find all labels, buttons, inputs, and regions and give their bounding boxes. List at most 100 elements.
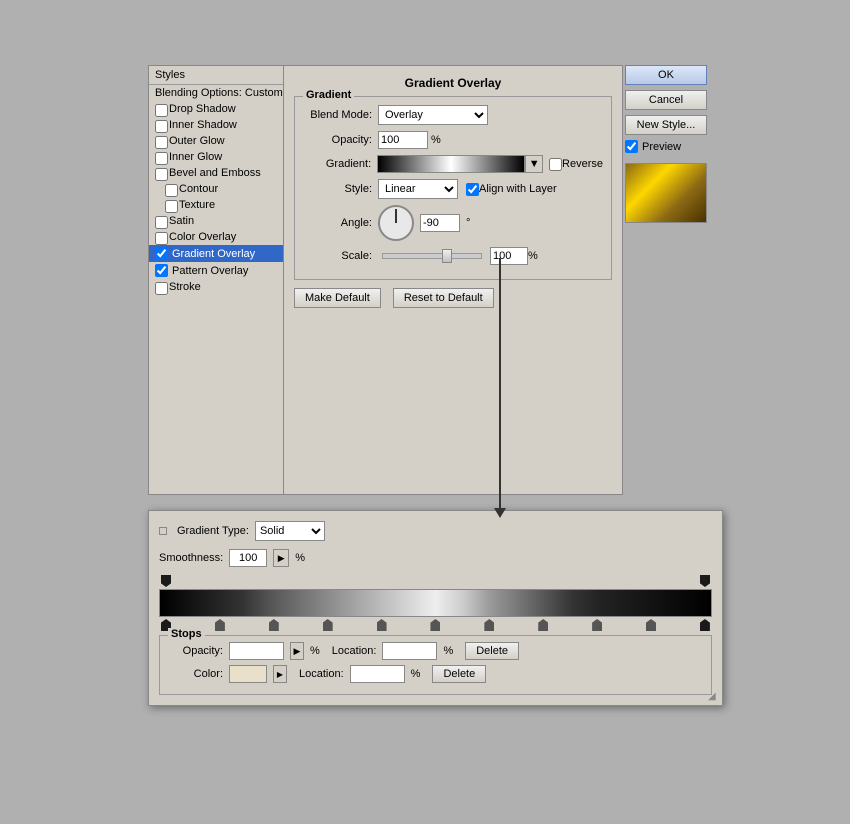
blend-mode-select[interactable]: Overlay [378,105,488,125]
opacity-row: Opacity: % [303,131,603,149]
style-select[interactable]: Linear [378,179,458,199]
style-row: Style: Linear Align with Layer [303,179,603,199]
stops-opacity-unit: % [310,645,320,657]
style-item-inner-glow[interactable]: Inner Glow [149,149,283,165]
color-stop-7[interactable] [538,619,548,631]
default-buttons-row: Make Default Reset to Default [294,288,612,308]
satin-checkbox[interactable] [155,216,168,229]
color-overlay-checkbox[interactable] [155,232,168,245]
color-swatch[interactable] [229,665,267,683]
color-stops-row [159,619,712,631]
opacity-unit: % [431,134,441,146]
stops-opacity-delete-btn[interactable]: Delete [465,642,519,660]
color-stop-6[interactable] [484,619,494,631]
style-item-drop-shadow[interactable]: Drop Shadow [149,101,283,117]
new-style-button[interactable]: New Style... [625,115,707,135]
stops-color-location-input[interactable] [350,665,405,683]
style-item-outer-glow[interactable]: Outer Glow [149,133,283,149]
gradient-section: Gradient Blend Mode: Overlay Opacity: % … [294,96,612,280]
stops-opacity-loc-unit: % [443,645,453,657]
scale-unit: % [528,250,538,262]
scale-label: Scale: [303,250,378,262]
angle-input[interactable] [420,214,460,232]
color-stop-9[interactable] [646,619,656,631]
panel-section-title: Gradient Overlay [405,76,502,90]
stops-opacity-row: Opacity: ▶ % Location: % Delete [168,642,703,660]
gradient-type-select[interactable]: Solid Noise [255,521,325,541]
opacity-stop-left[interactable] [161,575,171,587]
style-item-satin[interactable]: Satin [149,213,283,229]
style-item-stroke[interactable]: Stroke [149,279,283,295]
angle-knob-line [395,209,397,223]
gradient-main-bar[interactable] [159,589,712,617]
color-stop-3[interactable] [323,619,333,631]
stops-opacity-location-input[interactable] [382,642,437,660]
inner-shadow-checkbox[interactable] [155,120,168,133]
style-item-gradient-overlay[interactable]: Gradient Overlay [149,245,283,262]
outer-glow-checkbox[interactable] [155,136,168,149]
style-item-inner-shadow[interactable]: Inner Shadow [149,117,283,133]
style-item-bevel-emboss[interactable]: Bevel and Emboss [149,165,283,181]
color-stop-1[interactable] [215,619,225,631]
drop-shadow-checkbox[interactable] [155,104,168,117]
resize-handle[interactable]: ◢ [708,691,720,703]
style-item-texture[interactable]: Texture [149,197,283,213]
style-item-pattern-overlay[interactable]: Pattern Overlay [149,262,283,279]
ok-button[interactable]: OK [625,65,707,85]
align-layer-checkbox[interactable] [466,183,479,196]
gradient-row: Gradient: ▼ Reverse [303,155,603,173]
pattern-overlay-checkbox[interactable] [155,264,168,277]
scale-slider[interactable] [382,253,482,259]
angle-row: Angle: ° [303,205,603,241]
color-arrow-btn[interactable]: ▶ [273,665,287,683]
opacity-stops-row [159,575,712,587]
style-label: Style: [303,183,378,195]
align-layer-label: Align with Layer [479,183,557,195]
color-stop-5[interactable] [430,619,440,631]
gradient-preview[interactable] [377,155,525,173]
styles-panel: Styles Blending Options: Custom Drop Sha… [148,65,283,495]
contour-checkbox[interactable] [165,184,178,197]
reset-default-button[interactable]: Reset to Default [393,288,494,308]
preview-checkbox[interactable] [625,140,638,153]
scale-input[interactable] [490,247,528,265]
smoothness-input[interactable] [229,549,267,567]
opacity-input[interactable] [378,131,428,149]
color-stop-2[interactable] [269,619,279,631]
stops-section: Stops Opacity: ▶ % Location: % Delete Co… [159,635,712,695]
scale-row: Scale: % [303,247,603,265]
style-item-color-overlay[interactable]: Color Overlay [149,229,283,245]
gradient-type-icon [159,527,167,535]
inner-glow-checkbox[interactable] [155,152,168,165]
texture-checkbox[interactable] [165,200,178,213]
make-default-button[interactable]: Make Default [294,288,381,308]
angle-knob[interactable] [378,205,414,241]
reverse-checkbox[interactable] [549,158,562,171]
gradient-section-label: Gradient [303,89,354,101]
style-item-blending[interactable]: Blending Options: Custom [149,85,283,101]
gradient-overlay-checkbox[interactable] [155,247,168,260]
stops-opacity-location-label: Location: [332,645,377,657]
smoothness-increment-btn[interactable]: ▶ [273,549,289,567]
style-item-contour[interactable]: Contour [149,181,283,197]
gradient-editor-panel: Gradient Type: Solid Noise Smoothness: ▶… [148,510,723,706]
stops-opacity-btn[interactable]: ▶ [290,642,304,660]
stroke-checkbox[interactable] [155,282,168,295]
color-stop-10[interactable] [700,619,710,631]
color-stop-8[interactable] [592,619,602,631]
styles-panel-title: Styles [149,66,283,85]
bevel-emboss-checkbox[interactable] [155,168,168,181]
cancel-button[interactable]: Cancel [625,90,707,110]
gradient-overlay-panel: Gradient Overlay Gradient Blend Mode: Ov… [283,65,623,495]
stops-color-row: Color: ▶ Location: % Delete [168,665,703,683]
color-stop-4[interactable] [377,619,387,631]
smoothness-label: Smoothness: [159,552,223,564]
preview-thumbnail [625,163,707,223]
stops-color-label: Color: [168,668,223,680]
opacity-stop-right[interactable] [700,575,710,587]
stops-opacity-input[interactable] [229,642,284,660]
gradient-dropdown-btn[interactable]: ▼ [525,155,543,173]
stops-color-delete-btn[interactable]: Delete [432,665,486,683]
action-buttons-panel: OK Cancel New Style... Preview [625,65,715,213]
scale-thumb[interactable] [442,249,452,263]
